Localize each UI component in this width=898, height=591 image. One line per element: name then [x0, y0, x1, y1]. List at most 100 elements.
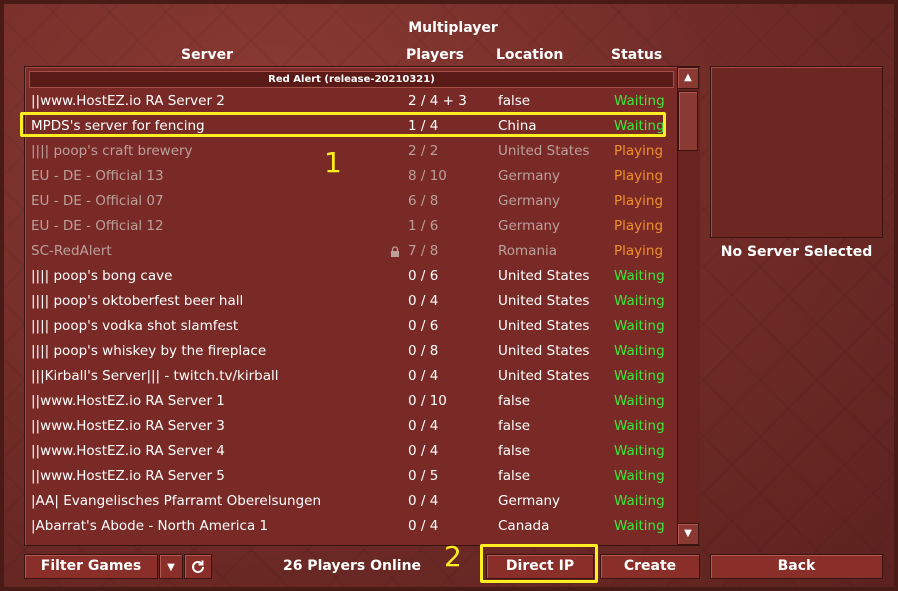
server-name: |||| poop's whiskey by the fireplace — [31, 343, 267, 359]
player-count: 1 / 6 — [408, 218, 439, 234]
server-status: Waiting — [614, 468, 665, 484]
server-name: EU - DE - Official 12 — [31, 218, 164, 234]
player-count: 0 / 6 — [408, 268, 439, 284]
annotation-marker-1: 1 — [324, 146, 342, 179]
server-status: Waiting — [614, 368, 665, 384]
server-status: Waiting — [614, 518, 665, 534]
server-location: false — [498, 418, 531, 434]
server-status: Waiting — [614, 268, 665, 284]
filter-dropdown-button[interactable]: ▼ — [159, 554, 183, 579]
server-name: |||| poop's craft brewery — [31, 143, 193, 159]
server-row[interactable]: |||| poop's oktoberfest beer hall 0 / 4 Un… — [25, 289, 675, 314]
filter-games-button[interactable]: Filter Games — [24, 554, 158, 579]
player-count: 0 / 8 — [408, 343, 439, 359]
triangle-down-icon: ▼ — [684, 528, 692, 539]
server-row[interactable]: ||www.HostEZ.io RA Server 1 0 / 10 false Wa… — [25, 389, 675, 414]
server-name: ||www.HostEZ.io RA Server 2 — [31, 93, 225, 109]
server-name: |||| poop's bong cave — [31, 268, 173, 284]
chevron-down-icon: ▼ — [167, 562, 175, 573]
server-row[interactable]: EU - DE - Official 13 8 / 10 Germany Playin… — [25, 164, 675, 189]
player-count: 0 / 4 — [408, 368, 439, 384]
server-list[interactable]: Red Alert (release-20210321) ||www.HostE… — [24, 66, 700, 546]
window-title: Multiplayer — [408, 20, 498, 36]
server-row[interactable]: |||| poop's bong cave 0 / 6 United States W… — [25, 264, 675, 289]
triangle-up-icon: ▲ — [684, 72, 692, 83]
server-location: Romania — [498, 243, 558, 259]
player-count: 0 / 4 — [408, 518, 439, 534]
server-name: EU - DE - Official 07 — [31, 193, 164, 209]
group-header: Red Alert (release-20210321) — [29, 71, 674, 88]
server-status: Playing — [614, 243, 664, 259]
server-status: Playing — [614, 143, 664, 159]
player-count: 7 / 8 — [408, 243, 439, 259]
player-count: 2 / 4 + 3 — [408, 93, 467, 109]
server-row[interactable]: ||www.HostEZ.io RA Server 3 0 / 4 false Wai… — [25, 414, 675, 439]
server-status: Waiting — [614, 343, 665, 359]
server-status: Waiting — [614, 418, 665, 434]
server-row[interactable]: EU - DE - Official 12 1 / 6 Germany Playing — [25, 214, 675, 239]
column-header-players[interactable]: Players — [406, 47, 464, 63]
player-count: 0 / 6 — [408, 318, 439, 334]
server-name: ||www.HostEZ.io RA Server 3 — [31, 418, 225, 434]
server-location: United States — [498, 293, 590, 309]
server-status: Playing — [614, 218, 664, 234]
annotation-marker-2: 2 — [444, 540, 462, 573]
server-location: United States — [498, 268, 590, 284]
server-location: United States — [498, 368, 590, 384]
column-header-server[interactable]: Server — [181, 47, 233, 63]
player-count: 6 / 8 — [408, 193, 439, 209]
multiplayer-window: Multiplayer Server Players Location Stat… — [0, 0, 898, 591]
server-location: Germany — [498, 193, 561, 209]
scrollbar-thumb[interactable] — [678, 91, 698, 151]
server-row[interactable]: ||www.HostEZ.io RA Server 2 2 / 4 + 3 fals… — [25, 89, 675, 114]
column-header-location[interactable]: Location — [496, 47, 563, 63]
server-name: ||www.HostEZ.io RA Server 1 — [31, 393, 225, 409]
refresh-icon — [192, 560, 204, 573]
server-status: Playing — [614, 193, 664, 209]
player-count: 0 / 4 — [408, 443, 439, 459]
server-status: Waiting — [614, 443, 665, 459]
server-row[interactable]: |Abarrat's Abode - North America 1 0 / 4 C… — [25, 514, 675, 539]
server-status: Waiting — [614, 93, 665, 109]
server-location: Canada — [498, 518, 550, 534]
server-location: false — [498, 93, 531, 109]
create-button[interactable]: Create — [600, 554, 700, 579]
server-status: Playing — [614, 168, 664, 184]
no-server-selected-label: No Server Selected — [720, 244, 873, 260]
map-preview — [710, 66, 883, 238]
server-location: false — [498, 443, 531, 459]
server-name: |Abarrat's Abode - North America 1 — [31, 518, 269, 534]
server-status: Waiting — [614, 493, 665, 509]
player-count: 0 / 4 — [408, 293, 439, 309]
server-name: |AA| Evangelisches Pfarramt Oberelsungen — [31, 493, 322, 509]
server-row[interactable]: |||| poop's craft brewery 2 / 2 United Sta… — [25, 139, 675, 164]
server-row[interactable]: |||| poop's whiskey by the fireplace 0 / … — [25, 339, 675, 364]
server-row[interactable]: ||www.HostEZ.io RA Server 5 0 / 5 false Wai… — [25, 464, 675, 489]
server-location: Germany — [498, 218, 561, 234]
server-status: Waiting — [614, 393, 665, 409]
server-location: United States — [498, 318, 590, 334]
server-location: false — [498, 468, 531, 484]
server-name: SC-RedAlert — [31, 243, 112, 259]
player-count: 0 / 5 — [408, 468, 439, 484]
scroll-up-button[interactable]: ▲ — [677, 67, 699, 89]
server-row[interactable]: |||Kirball's Server||| - twitch.tv/kirba… — [25, 364, 675, 389]
server-name: |||| poop's vodka shot slamfest — [31, 318, 239, 334]
server-row[interactable]: SC-RedAlert 7 / 8 Romania Playing — [25, 239, 675, 264]
lock-icon — [391, 246, 399, 257]
scroll-down-button[interactable]: ▼ — [677, 523, 699, 545]
server-location: United States — [498, 143, 590, 159]
server-location: United States — [498, 343, 590, 359]
server-location: Germany — [498, 493, 561, 509]
back-button[interactable]: Back — [710, 554, 883, 579]
server-row[interactable]: |AA| Evangelisches Pfarramt Oberelsungen… — [25, 489, 675, 514]
server-location: Germany — [498, 168, 561, 184]
server-name: |||| poop's oktoberfest beer hall — [31, 293, 244, 309]
server-row[interactable]: |||| poop's vodka shot slamfest 0 / 6 Unit… — [25, 314, 675, 339]
server-row[interactable]: ||www.HostEZ.io RA Server 4 0 / 4 false Wai… — [25, 439, 675, 464]
server-status: Waiting — [614, 318, 665, 334]
refresh-button[interactable] — [184, 554, 212, 579]
server-name: EU - DE - Official 13 — [31, 168, 164, 184]
server-row[interactable]: EU - DE - Official 07 6 / 8 Germany Playing — [25, 189, 675, 214]
column-header-status[interactable]: Status — [611, 47, 662, 63]
